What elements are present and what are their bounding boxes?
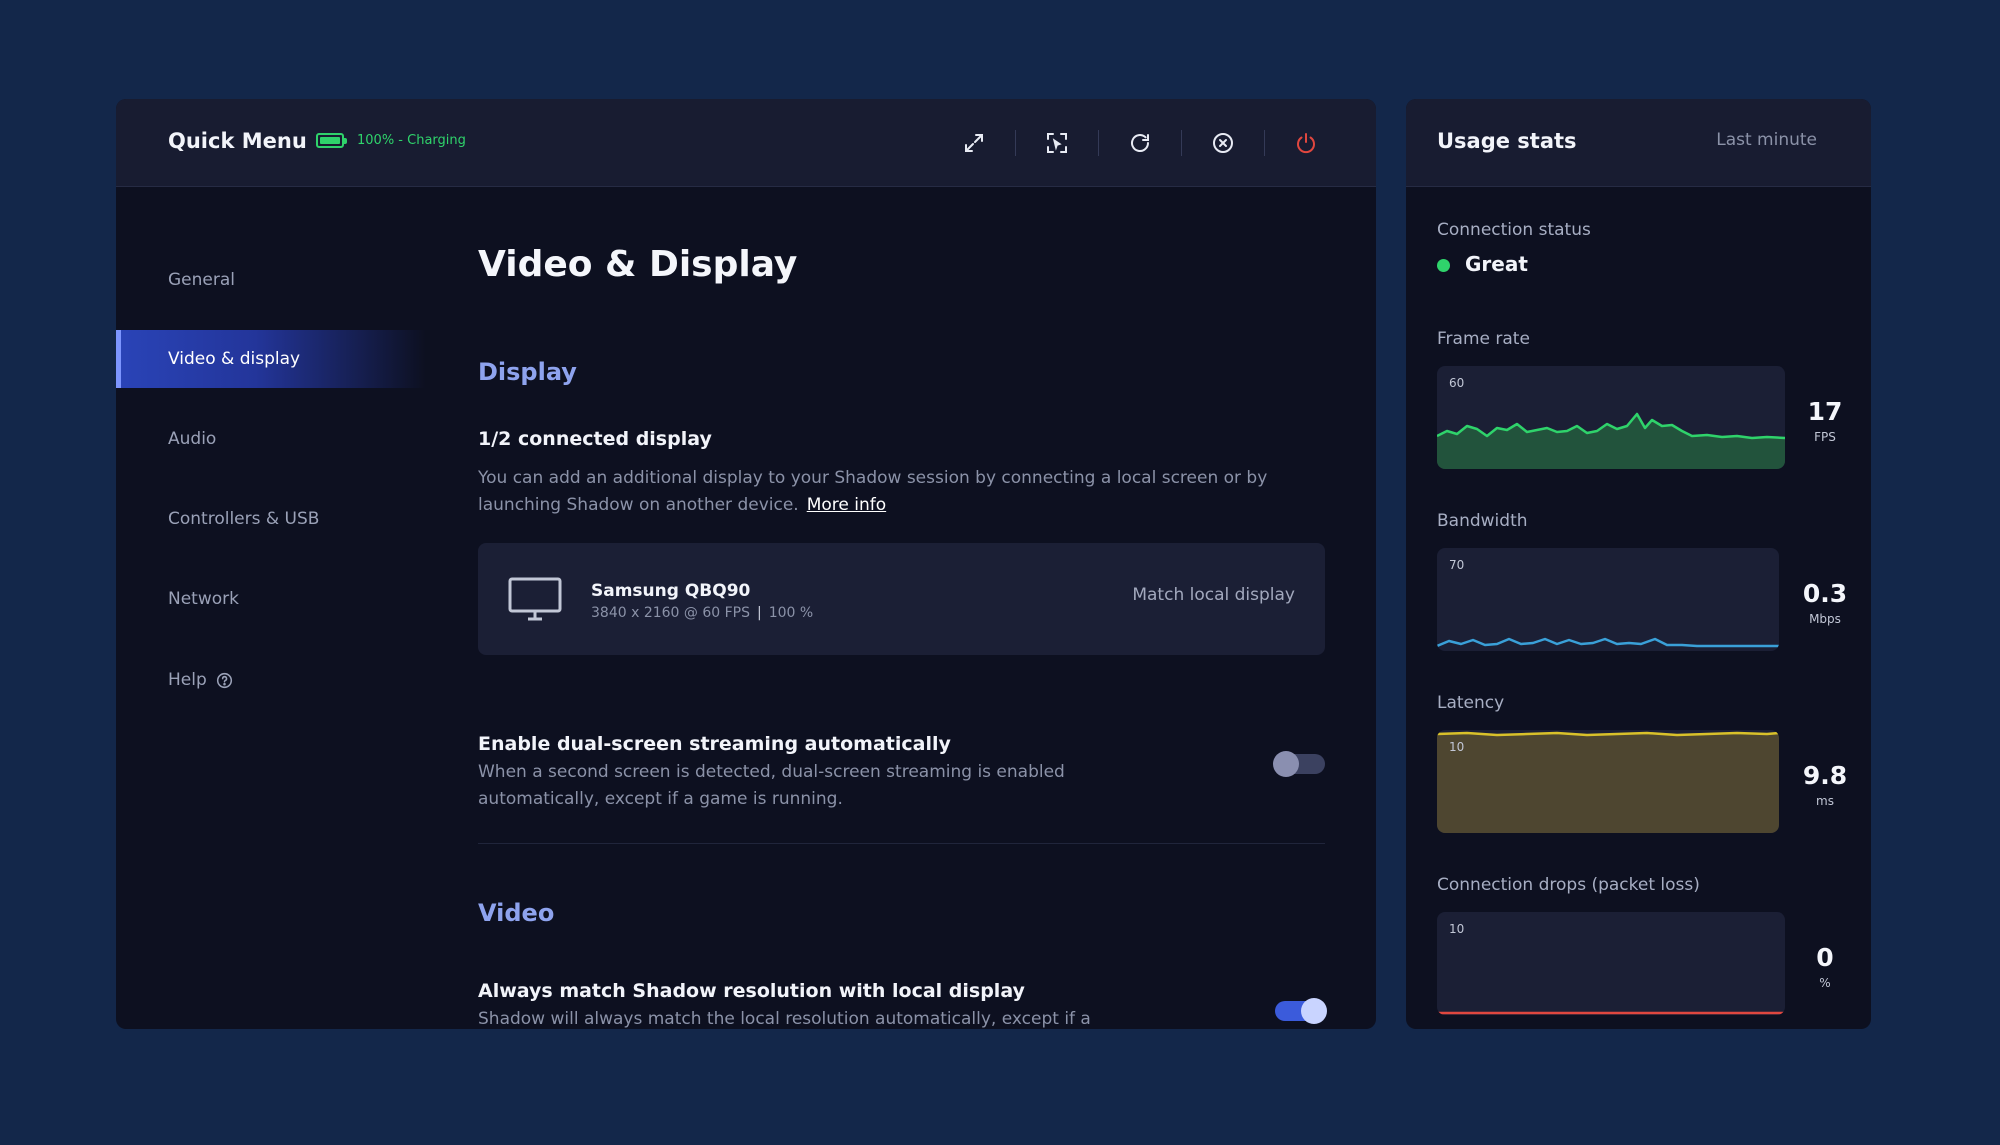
display-card: Samsung QBQ90 3840 x 2160 @ 60 FPS | 100 %… — [478, 543, 1325, 655]
match-resolution-toggle[interactable] — [1275, 998, 1327, 1024]
display-name: Samsung QBQ90 — [591, 581, 751, 601]
quick-menu-title: Quick Menu — [168, 129, 307, 153]
monitor-icon — [508, 577, 562, 627]
power-button[interactable] — [1284, 121, 1328, 165]
bandwidth-unit: Mbps — [1809, 612, 1841, 626]
quick-menu-panel: Quick Menu 100% - Charging General Video… — [116, 99, 1376, 1029]
refresh-button[interactable] — [1118, 121, 1162, 165]
frame-rate-value: 17 — [1807, 397, 1843, 426]
dual-screen-title: Enable dual-screen streaming automatical… — [478, 733, 951, 755]
sidebar-item-network[interactable]: Network — [116, 570, 426, 628]
section-divider — [478, 843, 1325, 844]
latency-graph: 10 — [1437, 730, 1779, 833]
frame-rate-graph: 60 — [1437, 366, 1785, 469]
quick-menu-header: Quick Menu 100% - Charging — [116, 99, 1376, 187]
screenshot-icon — [1047, 133, 1067, 153]
bandwidth-label: Bandwidth — [1437, 511, 1528, 531]
packet-loss-label: Connection drops (packet loss) — [1437, 875, 1700, 895]
sidebar-item-label: Audio — [168, 429, 217, 449]
help-icon — [216, 672, 233, 689]
fullscreen-icon — [965, 134, 983, 152]
frame-rate-label: Frame rate — [1437, 329, 1530, 349]
battery-status: 100% - Charging — [316, 133, 466, 148]
match-resolution-description: Shadow will always match the local resol… — [478, 1009, 1091, 1029]
sidebar-item-label: Help — [168, 670, 207, 690]
battery-text: 100% - Charging — [357, 133, 466, 148]
sidebar-item-label: Network — [168, 589, 239, 609]
close-session-button[interactable] — [1201, 121, 1245, 165]
usage-stats-title: Usage stats — [1437, 129, 1577, 153]
bandwidth-graph: 70 — [1437, 548, 1779, 651]
match-local-display-button[interactable]: Match local display — [1132, 585, 1295, 605]
settings-sidebar: General Video & display Audio Controller… — [116, 187, 436, 1029]
graph-max-label: 10 — [1449, 922, 1465, 936]
sidebar-item-controllers-usb[interactable]: Controllers & USB — [116, 490, 426, 548]
latency-unit: ms — [1816, 794, 1834, 808]
bandwidth-value: 0.3 — [1802, 579, 1848, 608]
graph-max-label: 60 — [1449, 376, 1465, 390]
fullscreen-button[interactable] — [952, 121, 996, 165]
sidebar-item-label: Video & display — [168, 349, 301, 369]
sidebar-item-audio[interactable]: Audio — [116, 410, 426, 468]
packet-loss-value: 0 — [1816, 943, 1834, 972]
connected-display-title: 1/2 connected display — [478, 428, 712, 450]
section-title-display: Display — [478, 358, 577, 386]
connection-status-value: Great — [1465, 252, 1528, 276]
graph-max-label: 70 — [1449, 558, 1465, 572]
latency-value: 9.8 — [1802, 761, 1848, 790]
status-dot-icon — [1437, 259, 1450, 272]
refresh-icon — [1131, 134, 1149, 152]
battery-icon — [316, 133, 347, 148]
packet-loss-graph: 10 — [1437, 912, 1785, 1015]
graph-max-label: 10 — [1449, 740, 1465, 754]
more-info-link[interactable]: More info — [807, 495, 886, 515]
usage-stats-panel: Usage stats Last minute Connection statu… — [1406, 99, 1871, 1029]
toolbar — [952, 121, 1328, 165]
screenshot-button[interactable] — [1035, 121, 1079, 165]
page-title: Video & Display — [478, 244, 798, 285]
usage-stats-header: Usage stats Last minute — [1406, 99, 1871, 187]
dual-screen-toggle[interactable] — [1273, 751, 1325, 777]
sidebar-item-general[interactable]: General — [116, 251, 426, 309]
sidebar-item-video-display[interactable]: Video & display — [116, 330, 426, 388]
section-title-video: Video — [478, 899, 555, 927]
time-range-selector[interactable]: Last minute — [1716, 130, 1817, 150]
latency-label: Latency — [1437, 693, 1505, 713]
packet-loss-unit: % — [1819, 976, 1831, 990]
frame-rate-unit: FPS — [1814, 430, 1836, 444]
connection-status-label: Connection status — [1437, 220, 1591, 240]
close-session-icon — [1213, 133, 1233, 153]
power-icon — [1297, 133, 1315, 154]
connected-display-description: You can add an additional display to you… — [478, 468, 1268, 515]
sidebar-item-help[interactable]: Help — [116, 651, 426, 709]
match-resolution-title: Always match Shadow resolution with loca… — [478, 980, 1025, 1002]
display-spec: 3840 x 2160 @ 60 FPS | 100 % — [591, 605, 814, 621]
dual-screen-description: When a second screen is detected, dual-s… — [478, 762, 1065, 809]
sidebar-item-label: Controllers & USB — [168, 509, 320, 529]
sidebar-item-label: General — [168, 270, 235, 290]
